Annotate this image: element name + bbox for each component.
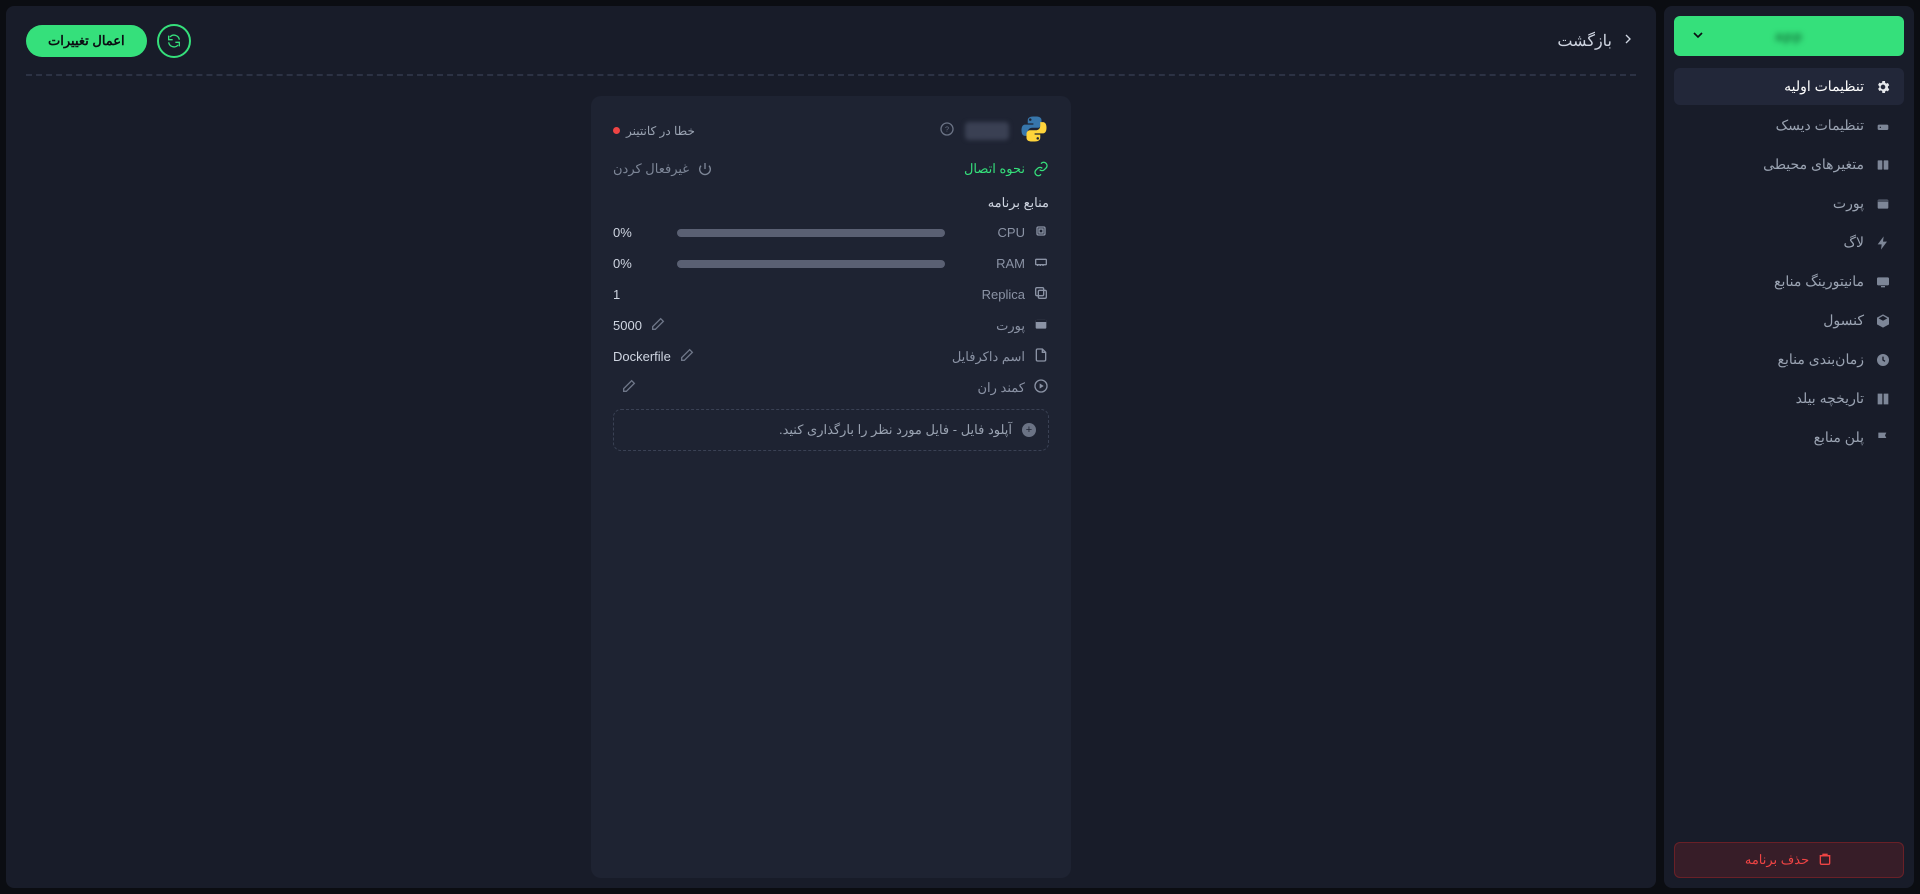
sidebar-item-label: زمان‌بندی منابع: [1778, 351, 1864, 368]
sidebar-item-initial-settings[interactable]: تنظیمات اولیه: [1674, 68, 1904, 105]
help-icon[interactable]: ?: [939, 121, 955, 140]
bolt-icon: [1874, 235, 1892, 251]
sidebar-item-scheduling[interactable]: زمان‌بندی منابع: [1674, 341, 1904, 378]
port-icon: [1033, 316, 1049, 335]
file-icon: [1033, 347, 1049, 366]
sidebar-item-label: تنظیمات اولیه: [1784, 78, 1864, 95]
sidebar-item-monitoring[interactable]: مانیتورینگ منابع: [1674, 263, 1904, 300]
link-icon: [1033, 161, 1049, 177]
cpu-row: CPU 0%: [613, 223, 1049, 242]
ram-icon: [1033, 254, 1049, 273]
sidebar-item-label: لاگ: [1843, 234, 1864, 251]
sidebar-item-env-vars[interactable]: متغیرهای محیطی: [1674, 146, 1904, 183]
topbar: بازگشت اعمال تغییرات: [26, 24, 1636, 76]
project-selector[interactable]: app: [1674, 16, 1904, 56]
flag-icon: [1874, 430, 1892, 446]
card-header-right: app ?: [939, 114, 1049, 147]
cpu-bar: [677, 229, 945, 237]
ram-bar: [677, 260, 945, 268]
ram-value: 0%: [613, 256, 663, 271]
disable-label: غیرفعال کردن: [613, 161, 689, 177]
plus-icon: +: [1022, 423, 1036, 437]
box-icon: [1874, 313, 1892, 329]
back-button[interactable]: بازگشت: [1557, 31, 1636, 52]
delete-app-label: حذف برنامه: [1745, 852, 1809, 868]
port-row: پورت 5000: [613, 316, 1049, 335]
edit-command-button[interactable]: [621, 378, 637, 397]
port-label: پورت: [996, 318, 1025, 334]
upload-dropzone[interactable]: + آپلود فایل - فایل مورد نظر را بارگذاری…: [613, 409, 1049, 451]
resources-title: منابع برنامه: [613, 195, 1049, 211]
svg-text:?: ?: [945, 125, 949, 134]
replica-icon: [1033, 285, 1049, 304]
project-name: app: [1775, 28, 1803, 44]
ram-label: RAM: [996, 256, 1025, 271]
settings-card: app ? خطا در کانتینر نحوه اتصال: [591, 96, 1071, 878]
monitor-icon: [1874, 274, 1892, 290]
delete-app-button[interactable]: حذف برنامه: [1674, 842, 1904, 878]
sidebar-item-resource-plan[interactable]: پلن منابع: [1674, 419, 1904, 456]
book-icon: [1874, 391, 1892, 407]
status-label: خطا در کانتینر: [626, 124, 695, 138]
connection-link[interactable]: نحوه اتصال: [964, 161, 1049, 177]
chevron-down-icon: [1690, 27, 1706, 46]
ram-row: RAM 0%: [613, 254, 1049, 273]
chevron-right-icon: [1620, 31, 1636, 52]
main: بازگشت اعمال تغییرات app ?: [6, 6, 1656, 888]
connection-link-label: نحوه اتصال: [964, 161, 1025, 177]
dockerfile-label: اسم داکرفایل: [952, 349, 1025, 365]
sidebar-item-console[interactable]: کنسول: [1674, 302, 1904, 339]
replica-row: Replica 1: [613, 285, 1049, 304]
disable-button[interactable]: غیرفعال کردن: [613, 161, 713, 177]
refresh-icon: [166, 33, 182, 49]
replica-label: Replica: [982, 287, 1025, 302]
trash-icon: [1817, 851, 1833, 870]
status-dot-icon: [613, 127, 620, 134]
back-label: بازگشت: [1557, 31, 1612, 51]
dockerfile-row: اسم داکرفایل Dockerfile: [613, 347, 1049, 366]
command-label: کمند ران: [978, 380, 1026, 396]
sidebar-nav: تنظیمات اولیه تنظیمات دیسک متغیرهای محیط…: [1674, 68, 1904, 456]
sidebar-item-label: متغیرهای محیطی: [1763, 156, 1864, 173]
edit-dockerfile-button[interactable]: [679, 347, 695, 366]
sidebar-item-label: مانیتورینگ منابع: [1774, 273, 1864, 290]
sidebar-item-port[interactable]: پورت: [1674, 185, 1904, 222]
sidebar-item-label: پورت: [1833, 195, 1864, 212]
sidebar-item-log[interactable]: لاگ: [1674, 224, 1904, 261]
top-actions: اعمال تغییرات: [26, 24, 191, 58]
sidebar-item-label: کنسول: [1823, 312, 1864, 329]
window-icon: [1874, 196, 1892, 212]
columns-icon: [1874, 157, 1892, 173]
power-icon: [697, 161, 713, 177]
sidebar: app تنظیمات اولیه تنظیمات دیسک متغیرهای …: [1664, 6, 1914, 888]
refresh-button[interactable]: [157, 24, 191, 58]
sidebar-item-build-history[interactable]: تاریخچه بیلد: [1674, 380, 1904, 417]
clock-icon: [1874, 352, 1892, 368]
apply-changes-button[interactable]: اعمال تغییرات: [26, 25, 147, 57]
dockerfile-value: Dockerfile: [613, 349, 671, 364]
cpu-icon: [1033, 223, 1049, 242]
sidebar-item-label: پلن منابع: [1814, 429, 1864, 446]
upload-label: آپلود فایل - فایل مورد نظر را بارگذاری ک…: [779, 422, 1012, 438]
sidebar-item-label: تاریخچه بیلد: [1796, 390, 1864, 407]
python-icon: [1019, 114, 1049, 147]
cpu-label: CPU: [998, 225, 1025, 240]
gear-icon: [1874, 79, 1892, 95]
disk-icon: [1874, 118, 1892, 134]
sidebar-item-label: تنظیمات دیسک: [1776, 117, 1864, 134]
app-name: app: [965, 122, 1009, 140]
cpu-value: 0%: [613, 225, 663, 240]
port-value: 5000: [613, 318, 642, 333]
status-badge: خطا در کانتینر: [613, 124, 695, 138]
replica-value: 1: [613, 287, 620, 302]
play-icon: [1033, 378, 1049, 397]
sidebar-item-disk-settings[interactable]: تنظیمات دیسک: [1674, 107, 1904, 144]
command-row: کمند ران: [613, 378, 1049, 397]
edit-port-button[interactable]: [650, 316, 666, 335]
